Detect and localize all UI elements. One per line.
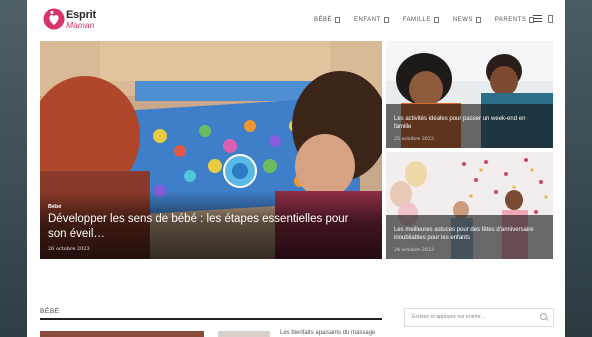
- post-title[interactable]: Les bienfaits apaisants du massage: [280, 330, 375, 336]
- nav-item-bebe[interactable]: BÉBÉ: [314, 14, 341, 26]
- dropdown-icon: [335, 17, 341, 23]
- section-divider: [40, 318, 382, 320]
- nav-label: BÉBÉ: [314, 17, 333, 23]
- logo-heart-icon: [43, 8, 65, 30]
- dropdown-icon: [383, 17, 389, 23]
- article-card-weekend[interactable]: Les activités idéales pour passer un wee…: [386, 41, 553, 148]
- card-title[interactable]: Les meilleures astuces pour des fêtes d'…: [394, 226, 543, 242]
- nav-item-parents[interactable]: PARENTS: [494, 14, 535, 26]
- nav-label: FAMILLE: [402, 17, 431, 23]
- hamburger-icon[interactable]: [533, 15, 542, 23]
- card-date: 25 octobre 2023: [394, 137, 434, 142]
- site-logo[interactable]: Esprit Maman: [43, 7, 103, 31]
- nav-label: ENFANT: [354, 17, 381, 23]
- nav-item-enfant[interactable]: ENFANT: [354, 14, 389, 26]
- article-card-birthday[interactable]: Les meilleures astuces pour des fêtes d'…: [386, 152, 553, 259]
- card-title[interactable]: Les activités idéales pour passer un wee…: [394, 115, 543, 131]
- nav-item-news[interactable]: NEWS: [453, 14, 481, 26]
- page-background-left: [0, 0, 27, 337]
- post-thumbnail[interactable]: [40, 331, 204, 337]
- section-title[interactable]: BÉBÉ: [40, 308, 60, 315]
- main-navigation: BÉBÉ ENFANT FAMILLE NEWS PARENTS: [314, 14, 548, 26]
- search-icon[interactable]: [548, 15, 553, 23]
- dropdown-icon: [475, 17, 481, 23]
- dropdown-icon: [433, 17, 439, 23]
- search-icon[interactable]: [540, 313, 547, 320]
- category-tag[interactable]: Bébé: [48, 204, 61, 210]
- nav-label: NEWS: [452, 17, 473, 23]
- search-placeholder: Écrivez et appuyez sur entrée ...: [412, 314, 487, 320]
- site-header: Esprit Maman BÉBÉ ENFANT FAMILLE NEWS PA…: [27, 0, 565, 38]
- nav-label: PARENTS: [494, 17, 527, 23]
- logo-text-maman: Maman: [66, 20, 95, 30]
- featured-date: 26 octobre 2023: [48, 246, 90, 252]
- featured-title[interactable]: Développer les sens de bébé : les étapes…: [48, 212, 358, 241]
- sidebar-search-input[interactable]: Écrivez et appuyez sur entrée ...: [404, 308, 554, 327]
- site-container: Esprit Maman BÉBÉ ENFANT FAMILLE NEWS PA…: [27, 0, 565, 337]
- page-background-right: [565, 0, 592, 337]
- nav-item-famille[interactable]: FAMILLE: [403, 14, 439, 26]
- post-thumbnail[interactable]: [218, 331, 270, 337]
- card-date: 24 octobre 2023: [394, 248, 434, 253]
- featured-article[interactable]: Bébé Développer les sens de bébé : les é…: [40, 41, 382, 259]
